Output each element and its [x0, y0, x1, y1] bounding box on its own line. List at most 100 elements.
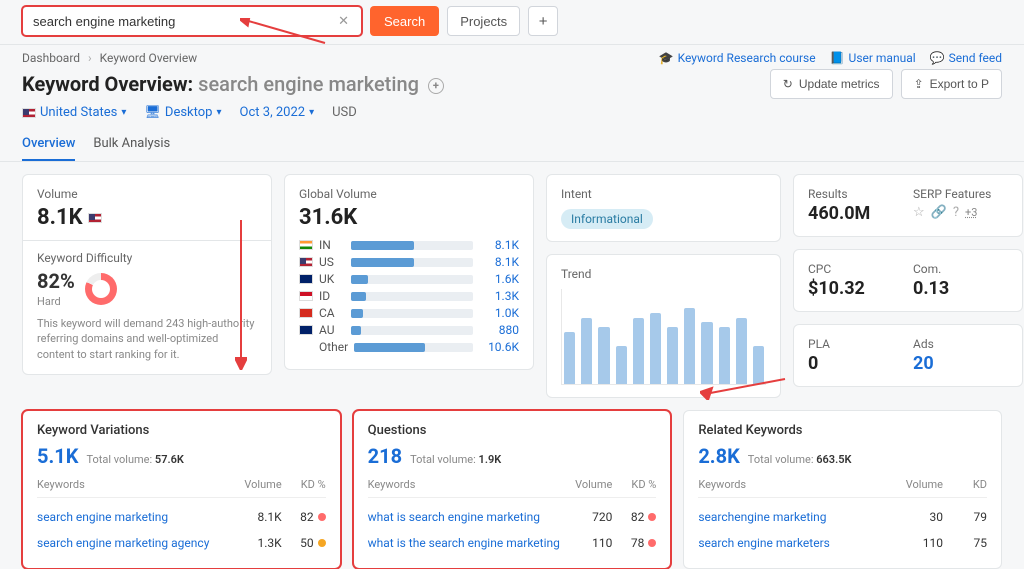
search-button[interactable]: Search — [370, 6, 439, 36]
breadcrumb-item[interactable]: Dashboard — [22, 51, 80, 65]
book-icon: 📘 — [830, 51, 845, 65]
kd-dot-icon — [318, 513, 326, 521]
keyword-link[interactable]: search engine marketing — [37, 510, 230, 524]
trend-bar — [684, 308, 695, 384]
trend-chart — [561, 289, 766, 385]
tab-bulk-analysis[interactable]: Bulk Analysis — [93, 128, 170, 161]
question-icon: ? — [953, 205, 959, 220]
keyword-variations-card: Keyword Variations 5.1K Total volume: 57… — [22, 410, 341, 569]
gv-value[interactable]: 880 — [479, 323, 519, 337]
volume-cell: 720 — [560, 510, 612, 524]
feedback-link[interactable]: 💬Send feed — [930, 51, 1002, 65]
cpc-value: $10.32 — [808, 278, 903, 299]
keyword-link[interactable]: search engine marketers — [698, 536, 891, 550]
kd-cell: 82 — [282, 510, 326, 524]
count-link[interactable]: 218 — [368, 444, 402, 468]
us-flag-icon — [88, 213, 102, 223]
ads-value[interactable]: 20 — [913, 353, 1008, 374]
intent-card: Intent Informational — [546, 174, 781, 242]
trend-bar — [598, 327, 609, 384]
table-row: what is the search engine marketing 110 … — [368, 530, 657, 556]
search-box[interactable]: ✕ — [22, 6, 362, 36]
upload-icon: ⇪ — [914, 77, 924, 91]
us-flag-icon — [22, 108, 36, 118]
country-filter[interactable]: United States▾ — [22, 105, 126, 120]
serp-features-card: SERP Features ☆ 🔗 ? +3 — [913, 187, 1008, 224]
manual-link[interactable]: 📘User manual — [830, 51, 916, 65]
search-input[interactable] — [31, 13, 334, 30]
kd-dot-icon — [648, 513, 656, 521]
clear-icon[interactable]: ✕ — [334, 14, 353, 29]
projects-button[interactable]: Projects — [447, 6, 520, 36]
kd-cell: 82 — [612, 510, 656, 524]
volume-value: 8.1K — [37, 205, 257, 230]
results-card: Results 460.0M — [808, 187, 903, 224]
au-flag-icon — [299, 325, 313, 335]
kd-cell: 50 — [282, 536, 326, 550]
trend-bar — [616, 346, 627, 384]
gv-value[interactable]: 1.6K — [479, 272, 519, 286]
date-filter[interactable]: Oct 3, 2022▾ — [240, 105, 315, 120]
trend-bar — [650, 313, 661, 384]
breadcrumb-item[interactable]: Keyword Overview — [100, 51, 198, 65]
chevron-down-icon: ▾ — [121, 107, 126, 118]
gv-row: CA 1.0K — [299, 306, 519, 320]
trend-label: Trend — [561, 267, 766, 281]
gv-value[interactable]: 8.1K — [479, 255, 519, 269]
graduation-icon: 🎓 — [659, 51, 674, 65]
gv-row: ID 1.3K — [299, 289, 519, 303]
add-keyword-icon[interactable]: + — [428, 78, 444, 94]
chevron-down-icon: ▾ — [309, 107, 314, 118]
results-value: 460.0M — [808, 203, 903, 224]
course-link[interactable]: 🎓Keyword Research course — [659, 51, 816, 65]
table-row: what is search engine marketing 720 82 — [368, 504, 657, 530]
pla-card: PLA 0 — [808, 337, 903, 374]
count-link[interactable]: 5.1K — [37, 444, 78, 468]
com-value: 0.13 — [913, 278, 1008, 299]
add-project-button[interactable]: + — [528, 6, 558, 36]
table-row: search engine marketers 110 75 — [698, 530, 987, 556]
related-keywords-card: Related Keywords 2.8K Total volume: 663.… — [683, 410, 1002, 569]
device-filter[interactable]: 🖥Desktop▾ — [144, 105, 221, 120]
gv-value[interactable]: 1.3K — [479, 289, 519, 303]
table-row: search engine marketing 8.1K 82 — [37, 504, 326, 530]
tab-overview[interactable]: Overview — [22, 128, 75, 161]
global-volume-label: Global Volume — [299, 187, 519, 201]
keyword-link[interactable]: search engine marketing agency — [37, 536, 230, 550]
in-flag-icon — [299, 240, 313, 250]
breadcrumb: Dashboard › Keyword Overview — [22, 51, 197, 65]
volume-cell: 8.1K — [230, 510, 282, 524]
gv-value[interactable]: 1.0K — [479, 306, 519, 320]
trend-bar — [736, 318, 747, 385]
global-volume-card: Global Volume 31.6K IN 8.1K US 8.1K UK 1… — [284, 174, 534, 370]
table-row: search engine marketing agency 1.3K 50 — [37, 530, 326, 556]
trend-card: Trend — [546, 254, 781, 398]
card-title: Related Keywords — [698, 423, 987, 438]
intent-label: Intent — [561, 187, 766, 201]
keyword-link[interactable]: searchengine marketing — [698, 510, 891, 524]
volume-cell: 30 — [891, 510, 943, 524]
com-card: Com. 0.13 — [913, 262, 1008, 299]
count-link[interactable]: 2.8K — [698, 444, 739, 468]
ads-card: Ads 20 — [913, 337, 1008, 374]
kd-dot-icon — [648, 539, 656, 547]
gv-row-other: Other 10.6K — [299, 340, 519, 354]
desktop-icon: 🖥 — [144, 105, 161, 120]
update-metrics-button[interactable]: ↻Update metrics — [770, 69, 893, 99]
id-flag-icon — [299, 291, 313, 301]
keyword-link[interactable]: what is the search engine marketing — [368, 536, 561, 550]
export-button[interactable]: ⇪Export to P — [901, 69, 1002, 99]
trend-bar — [701, 322, 712, 384]
volume-cell: 1.3K — [230, 536, 282, 550]
card-title: Keyword Variations — [37, 423, 326, 438]
intent-badge: Informational — [561, 209, 653, 229]
serp-more[interactable]: +3 — [965, 206, 977, 219]
gv-value[interactable]: 8.1K — [479, 238, 519, 252]
trend-bar — [719, 327, 730, 384]
currency-label: USD — [332, 105, 357, 120]
kd-cell: 75 — [943, 536, 987, 550]
kd-level: Hard — [37, 295, 75, 308]
keyword-link[interactable]: what is search engine marketing — [368, 510, 561, 524]
trend-bar — [753, 346, 764, 384]
kd-cell: 78 — [612, 536, 656, 550]
